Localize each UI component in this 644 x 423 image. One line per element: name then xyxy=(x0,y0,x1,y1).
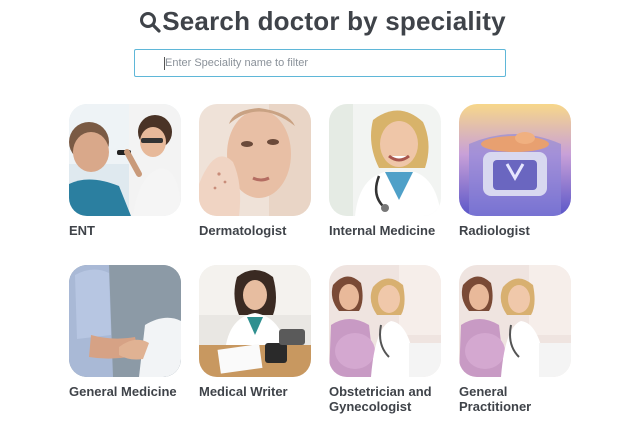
speciality-card-ent[interactable]: ENT xyxy=(69,104,181,238)
speciality-image-radiologist xyxy=(459,104,571,216)
speciality-label: Dermatologist xyxy=(199,223,287,238)
speciality-search-input[interactable] xyxy=(135,50,505,76)
speciality-label: Radiologist xyxy=(459,223,530,238)
speciality-card-internal-medicine[interactable]: Internal Medicine xyxy=(329,104,441,238)
text-caret xyxy=(164,57,165,70)
page-title: Search doctor by speciality xyxy=(0,6,644,37)
speciality-image-general-medicine xyxy=(69,265,181,377)
speciality-image-general-practitioner xyxy=(459,265,571,377)
speciality-card-dermatologist[interactable]: Dermatologist xyxy=(199,104,311,238)
speciality-label: ENT xyxy=(69,223,95,238)
speciality-image-dermatologist xyxy=(199,104,311,216)
speciality-label: Obstetrician and Gynecologist xyxy=(329,384,432,414)
speciality-card-general-practitioner[interactable]: General Practitioner xyxy=(459,265,571,414)
speciality-label: Internal Medicine xyxy=(329,223,436,238)
page: Search doctor by speciality ENT xyxy=(0,0,644,423)
speciality-label: General Practitioner xyxy=(459,384,532,414)
speciality-label: Medical Writer xyxy=(199,384,288,399)
speciality-image-medical-writer xyxy=(199,265,311,377)
speciality-card-general-medicine[interactable]: General Medicine xyxy=(69,265,181,399)
speciality-search-box[interactable] xyxy=(134,49,506,77)
page-title-text: Search doctor by speciality xyxy=(162,6,506,36)
speciality-label: General Medicine xyxy=(69,384,177,399)
speciality-card-medical-writer[interactable]: Medical Writer xyxy=(199,265,311,399)
speciality-card-radiologist[interactable]: Radiologist xyxy=(459,104,571,238)
search-icon xyxy=(140,11,161,33)
speciality-image-internal-medicine xyxy=(329,104,441,216)
speciality-card-obstetrician-gynecologist[interactable]: Obstetrician and Gynecologist xyxy=(329,265,441,414)
speciality-image-obstetrician-gynecologist xyxy=(329,265,441,377)
speciality-image-ent xyxy=(69,104,181,216)
